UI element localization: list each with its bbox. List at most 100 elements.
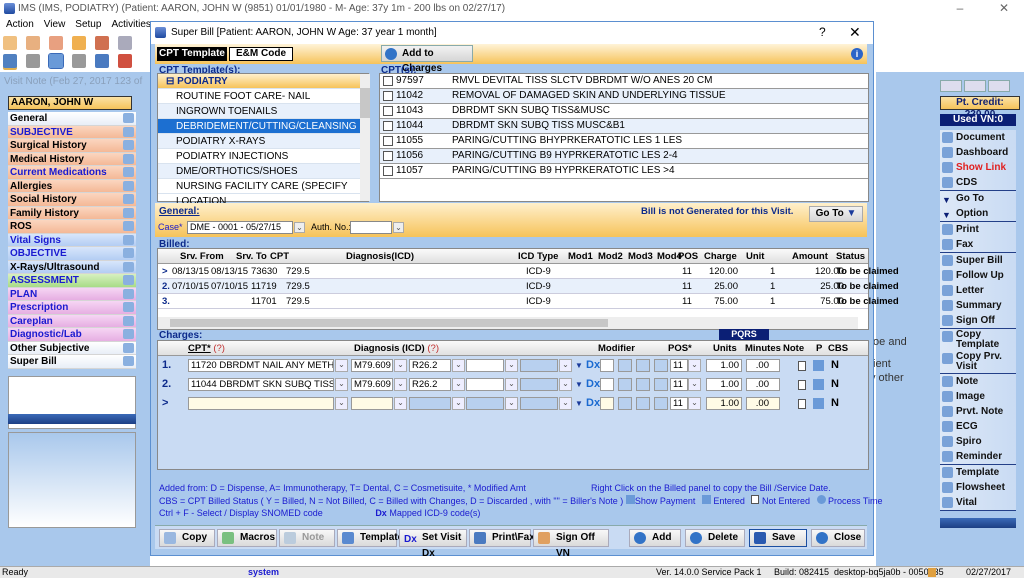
- edit-note-icon[interactable]: [123, 194, 134, 204]
- nav-item-plan[interactable]: PLAN: [8, 287, 136, 301]
- dx-icon[interactable]: Dx: [586, 377, 600, 392]
- minutes-input[interactable]: .00: [746, 378, 780, 391]
- menu-activities[interactable]: Activities: [111, 19, 150, 30]
- tab-em-code[interactable]: E&M Code: [229, 47, 293, 61]
- edit-icon[interactable]: [48, 53, 65, 69]
- note-button[interactable]: Note: [279, 529, 335, 547]
- right-menu-fax[interactable]: Fax: [940, 237, 1016, 252]
- chevron-down-icon[interactable]: ⌄: [394, 397, 407, 410]
- modifier-4-input[interactable]: [654, 397, 668, 410]
- tab-cpt-template[interactable]: CPT Template: [157, 47, 227, 61]
- dx-icon[interactable]: Dx: [586, 396, 600, 411]
- add-icon[interactable]: [26, 54, 41, 68]
- case-select[interactable]: DME - 0001 - 05/27/15: [187, 221, 293, 234]
- modifier-1-input[interactable]: [600, 359, 614, 372]
- units-input[interactable]: 1.00: [706, 378, 742, 391]
- units-input[interactable]: 1.00: [706, 397, 742, 410]
- nav-item-other-subjective[interactable]: Other Subjective: [8, 341, 136, 355]
- edit-note-icon[interactable]: [123, 302, 134, 312]
- dx-dropdown-icon[interactable]: ▼: [575, 396, 583, 411]
- right-menu-reminder[interactable]: Reminder: [940, 449, 1016, 464]
- billed-scroll-thumb[interactable]: [170, 319, 608, 327]
- chevron-down-icon[interactable]: ⌄: [505, 359, 518, 372]
- cpt-row[interactable]: 11042 REMOVAL OF DAMAGED SKIN AND UNDERLY…: [380, 89, 868, 104]
- chevron-down-icon[interactable]: ⌄: [559, 359, 572, 372]
- billed-col-pos[interactable]: POS: [678, 249, 698, 264]
- copy-button[interactable]: Copy: [159, 529, 215, 547]
- modifier-4-input[interactable]: [654, 359, 668, 372]
- edit-note-icon[interactable]: [123, 126, 134, 137]
- not-entered-icon[interactable]: [798, 399, 806, 409]
- right-menu-spiro[interactable]: Spiro: [940, 434, 1016, 449]
- right-menu-image[interactable]: Image: [940, 389, 1016, 404]
- modifier-2-input[interactable]: [618, 378, 632, 391]
- template-item[interactable]: INGROWN TOENAILS: [158, 104, 360, 119]
- billed-col-cpt[interactable]: CPT: [270, 249, 289, 264]
- template-item[interactable]: PODIATRY INJECTIONS: [158, 149, 360, 164]
- nav-item-diagnostic-lab[interactable]: Diagnostic/Lab: [8, 328, 136, 342]
- help-button[interactable]: ?: [819, 25, 826, 39]
- right-menu-letter[interactable]: Letter: [940, 283, 1016, 298]
- diagnosis-3-input[interactable]: [466, 378, 504, 391]
- chevron-down-icon[interactable]: ⌄: [505, 397, 518, 410]
- auth-number-select[interactable]: [350, 221, 392, 234]
- billed-row[interactable]: >08/13/15 08/13/15 73630 729.5 ICD-9 11 120.00…: [158, 264, 899, 279]
- patient-check-icon[interactable]: [49, 36, 64, 50]
- nav-item-prescription[interactable]: Prescription: [8, 301, 136, 315]
- right-menu-vital[interactable]: Vital: [940, 495, 1016, 510]
- right-menu-dashboard[interactable]: Dashboard: [940, 145, 1016, 160]
- diagnosis-2-input[interactable]: R26.2: [409, 378, 451, 391]
- cpt-checkbox[interactable]: [383, 166, 393, 176]
- right-menu-document[interactable]: Document: [940, 130, 1016, 145]
- billed-col-diagnosis-icd-[interactable]: Diagnosis(ICD): [346, 249, 414, 264]
- billed-col-mod3[interactable]: Mod3: [628, 249, 653, 264]
- chevron-down-icon[interactable]: ⌄: [335, 359, 348, 372]
- sign-off-vn-button[interactable]: Sign Off VN: [533, 529, 609, 559]
- dx-dropdown-icon[interactable]: ▼: [575, 358, 583, 373]
- menu-action[interactable]: Action: [6, 19, 34, 30]
- set-visit-dx-button[interactable]: Dx Set Visit Dx: [399, 529, 467, 559]
- billed-col-srv-from[interactable]: Srv. From: [180, 249, 224, 264]
- diagnosis-2-input[interactable]: [409, 397, 451, 410]
- dialog-close-button[interactable]: ✕: [849, 24, 861, 41]
- chevron-down-icon[interactable]: ⌄: [559, 378, 572, 391]
- diagnosis-3-input[interactable]: [466, 359, 504, 372]
- cpt-row[interactable]: 11043 DBRDMT SKN SUBQ TISS&MUSC: [380, 104, 868, 119]
- diagnosis-2-input[interactable]: R26.2: [409, 359, 451, 372]
- right-menu-super-bill[interactable]: Super Bill: [940, 253, 1016, 268]
- billed-col-amount[interactable]: Amount: [792, 249, 828, 264]
- nav-item-assessment[interactable]: ASSESSMENT: [8, 274, 136, 288]
- patient-edit-icon[interactable]: [26, 36, 41, 50]
- template-item[interactable]: PODIATRY X-RAYS: [158, 134, 360, 149]
- folder-icon[interactable]: [72, 36, 87, 50]
- remove-icon[interactable]: [72, 54, 87, 68]
- right-menu-sign-off[interactable]: Sign Off: [940, 313, 1016, 328]
- menu-view[interactable]: View: [44, 19, 66, 30]
- edit-note-icon[interactable]: [123, 234, 134, 245]
- dx-icon[interactable]: Dx: [586, 358, 600, 373]
- nav-item-allergies[interactable]: Allergies: [8, 179, 136, 193]
- close-button[interactable]: Close: [811, 529, 865, 547]
- goto-button[interactable]: Go To ▼: [809, 206, 863, 222]
- right-menu-go-to[interactable]: ▼ Go To: [940, 191, 1016, 206]
- chevron-down-icon[interactable]: ⌄: [393, 222, 404, 233]
- pos-input[interactable]: 11: [670, 397, 688, 410]
- print-fax-button[interactable]: Print\Fax: [469, 529, 535, 547]
- edit-note-icon[interactable]: [123, 288, 134, 299]
- chevron-down-icon[interactable]: ⌄: [394, 359, 407, 372]
- cpt-checkbox[interactable]: [383, 106, 393, 116]
- cpt-row[interactable]: 11057 PARING/CUTTING B9 HYPRKERATOTIC LES…: [380, 164, 868, 179]
- cpt-checkbox[interactable]: [383, 151, 393, 161]
- chevron-down-icon[interactable]: ⌄: [688, 378, 701, 391]
- child-maximize-button[interactable]: [964, 80, 986, 92]
- cpt-row[interactable]: 11055 PARING/CUTTING BHYPRKERATOTIC LES 1…: [380, 134, 868, 149]
- right-menu-template[interactable]: Template: [940, 465, 1016, 480]
- dx-dropdown-icon[interactable]: ▼: [575, 377, 583, 392]
- clipboard-icon[interactable]: [118, 36, 133, 50]
- chevron-down-icon[interactable]: ⌄: [688, 359, 701, 372]
- cpt-checkbox[interactable]: [383, 136, 393, 146]
- nav-item-family-history[interactable]: Family History: [8, 206, 136, 220]
- cpt-input[interactable]: 11720 DBRDMT NAIL ANY METH 1: [188, 359, 334, 372]
- right-menu-copy-prv-visit[interactable]: Copy Prv. Visit: [940, 351, 1016, 373]
- diagnosis-1-input[interactable]: [351, 397, 393, 410]
